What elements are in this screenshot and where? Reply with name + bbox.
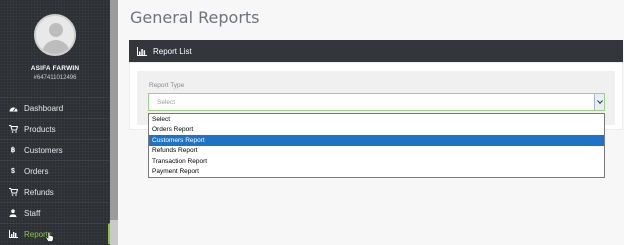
user-id: #647411012496	[33, 75, 77, 81]
bitcoin-icon: ฿	[10, 147, 16, 154]
page-title: General Reports	[130, 8, 260, 27]
option-payment-report[interactable]: Payment Report	[149, 167, 604, 178]
sidebar-item-label: Products	[24, 124, 56, 134]
sidebar-item-label: Refunds	[24, 187, 54, 197]
cart-icon	[8, 188, 18, 196]
chevron-down-icon[interactable]	[594, 94, 604, 110]
panel-title: Report List	[153, 46, 192, 56]
bar-chart-icon	[137, 46, 147, 56]
sidebar-item-label: Dashboard	[24, 103, 64, 113]
hand-cursor-icon	[45, 232, 54, 242]
report-type-dropdown: Select Orders Report Customers Report Re…	[148, 113, 605, 178]
report-type-select[interactable]: Select	[148, 93, 605, 111]
sidebar-item-label: Orders	[24, 166, 49, 176]
option-customers-report[interactable]: Customers Report	[149, 135, 604, 146]
panel-header: Report List	[129, 40, 623, 62]
dashboard-icon	[8, 105, 18, 112]
sidebar-item-refunds[interactable]: Refunds	[0, 181, 110, 202]
option-refunds-report[interactable]: Refunds Report	[149, 146, 604, 157]
sidebar-item-customers[interactable]: ฿ Customers	[0, 139, 110, 160]
sidebar-item-products[interactable]: Products	[0, 118, 110, 139]
user-name: ASIFA FARWIN	[30, 65, 80, 72]
select-value: Select	[157, 98, 176, 106]
option-transaction-report[interactable]: Transaction Report	[149, 156, 604, 167]
scrollbar-thumb[interactable]	[110, 0, 118, 220]
sidebar-item-staff[interactable]: Staff	[0, 202, 110, 223]
user-icon	[8, 209, 18, 217]
report-type-label: Report Type	[149, 82, 185, 89]
sidebar-item-label: Staff	[24, 208, 41, 218]
sidebar-item-label: Customers	[24, 145, 63, 155]
sidebar: ASIFA FARWIN #647411012496 Dashboard Pro…	[0, 0, 118, 245]
option-select[interactable]: Select	[149, 114, 604, 125]
chart-icon	[8, 230, 18, 238]
sidebar-scrollbar[interactable]	[110, 0, 118, 245]
sidebar-item-orders[interactable]: $ Orders	[0, 160, 110, 181]
option-orders-report[interactable]: Orders Report	[149, 125, 604, 136]
dollar-icon: $	[11, 167, 15, 175]
cart-icon	[8, 125, 18, 133]
sidebar-item-dashboard[interactable]: Dashboard	[0, 97, 110, 118]
user-avatar[interactable]	[34, 14, 76, 56]
sidebar-item-reports[interactable]: Reports	[0, 223, 110, 244]
